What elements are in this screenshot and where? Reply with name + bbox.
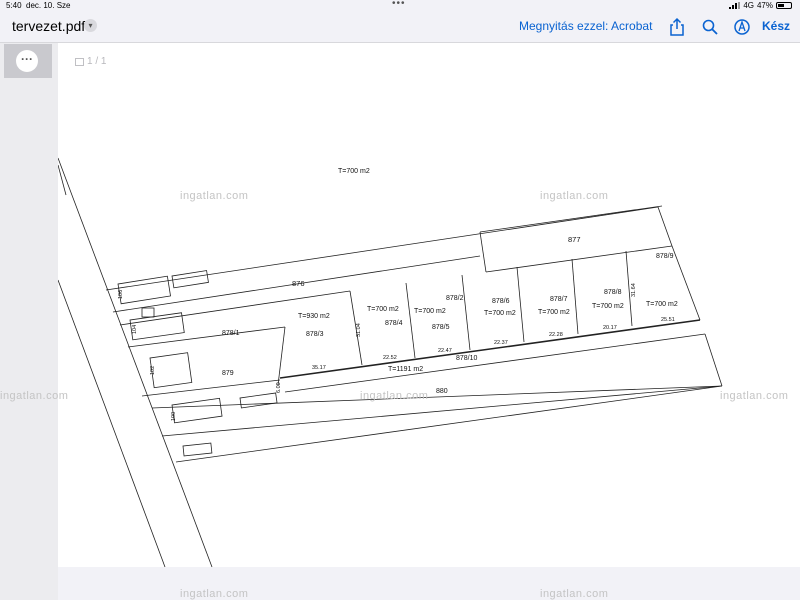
dimension-label: 22.37 (494, 340, 508, 346)
lot-divider (461, 274, 471, 351)
dimension-label: 6.00 (276, 382, 282, 393)
status-right: 4G 47% (729, 1, 792, 10)
building-outline (141, 307, 155, 318)
done-button[interactable]: Kész (762, 19, 790, 33)
dimension-label: 25.51 (661, 317, 675, 323)
watermark: ingatlan.com (720, 390, 789, 402)
battery-icon (776, 2, 792, 9)
dimension-label: 35.17 (312, 365, 326, 371)
area-label: T=700 m2 (646, 301, 678, 308)
house-number: 106 (118, 289, 124, 299)
multitasking-dots-icon[interactable]: ••• (392, 0, 406, 9)
parcel-boundary (277, 326, 286, 386)
lot-divider (405, 282, 416, 359)
parcel-number: 878/2 (446, 295, 464, 302)
pdf-page[interactable] (58, 43, 800, 567)
document-title[interactable]: tervezet.pdf (12, 18, 85, 34)
watermark: ingatlan.com (0, 390, 69, 402)
parcel-number: 878/9 (656, 253, 674, 260)
road-edge-line (58, 279, 166, 567)
parcel-number: 878/5 (432, 324, 450, 331)
building-outline (182, 442, 213, 457)
more-options-icon[interactable]: ··· (16, 50, 38, 72)
dimension-label: 20.17 (603, 325, 617, 331)
parcel-boundary (105, 206, 659, 291)
page-indicator-text: 1 / 1 (87, 56, 107, 67)
dimension-label: 31.64 (631, 283, 637, 297)
lot-divider (516, 266, 525, 343)
parcel-number: 877 (568, 235, 581, 244)
parcel-number: 878/6 (492, 298, 510, 305)
lot-divider (571, 258, 579, 335)
area-label: T=700 m2 (484, 310, 516, 317)
parcel-number: 878/1 (222, 330, 240, 337)
area-label: T=700 m2 (338, 168, 370, 175)
parcel-number: 878/3 (306, 331, 324, 338)
watermark: ingatlan.com (540, 190, 609, 202)
house-number: 102 (150, 365, 156, 375)
parcel-number: 878/10 (456, 355, 478, 362)
watermark: ingatlan.com (180, 588, 249, 600)
parcel-boundary (704, 333, 723, 387)
area-label: T=930 m2 (298, 313, 330, 320)
parcel-boundary (671, 245, 701, 321)
thumbnail-sidebar (0, 43, 58, 600)
status-time: 5:40 (6, 1, 22, 10)
markup-icon[interactable] (731, 16, 753, 38)
parcel-boundary (657, 206, 673, 247)
dimension-label: 31.04 (356, 323, 362, 337)
area-label: T=700 m2 (592, 303, 624, 310)
building-outline (239, 392, 278, 409)
watermark: ingatlan.com (540, 588, 609, 600)
network-type: 4G (743, 1, 754, 10)
parcel-number: 879 (222, 370, 234, 377)
parcel-number: 878/8 (604, 289, 622, 296)
open-with-acrobat-button[interactable]: Megnyitás ezzel: Acrobat (519, 19, 652, 33)
chevron-down-icon[interactable]: ▾ (84, 19, 97, 32)
cellular-signal-icon (729, 2, 741, 9)
house-number: 104 (132, 324, 138, 334)
access-road-line (279, 319, 701, 379)
area-label: T=700 m2 (414, 308, 446, 315)
watermark: ingatlan.com (360, 390, 429, 402)
parcel-boundary (479, 231, 487, 273)
parcel-boundary (141, 379, 281, 397)
watermark: ingatlan.com (180, 190, 249, 202)
toolbar: tervezet.pdf ▾ Megnyitás ezzel: Acrobat … (0, 12, 800, 43)
battery-percent: 47% (756, 1, 773, 10)
parcel-boundary (175, 385, 723, 463)
parcel-boundary (485, 245, 673, 273)
parcel-number: 876 (292, 279, 305, 288)
cadastral-plan-drawing (58, 157, 723, 567)
area-label: T=700 m2 (538, 309, 570, 316)
dimension-label: 22.47 (438, 348, 452, 354)
area-label: T=700 m2 (367, 306, 399, 313)
dimension-label: 22.52 (383, 355, 397, 361)
parcel-number: 880 (436, 388, 448, 395)
share-icon[interactable] (666, 16, 688, 38)
house-number: 100 (171, 411, 177, 421)
parcel-number: 878/4 (385, 320, 403, 327)
page-indicator: 1 / 1 (75, 56, 106, 67)
building-outline (171, 397, 223, 424)
status-bar: 5:40 dec. 10. Sze ••• 4G 47% (0, 0, 800, 12)
page-icon (75, 57, 84, 66)
dimension-label: 22.28 (549, 332, 563, 338)
parcel-number: 878/7 (550, 296, 568, 303)
building-outline (117, 275, 171, 305)
search-icon[interactable] (699, 16, 721, 38)
parcel-boundary (479, 205, 663, 233)
area-label: T=1191 m2 (388, 366, 424, 373)
status-date: dec. 10. Sze (26, 1, 71, 10)
